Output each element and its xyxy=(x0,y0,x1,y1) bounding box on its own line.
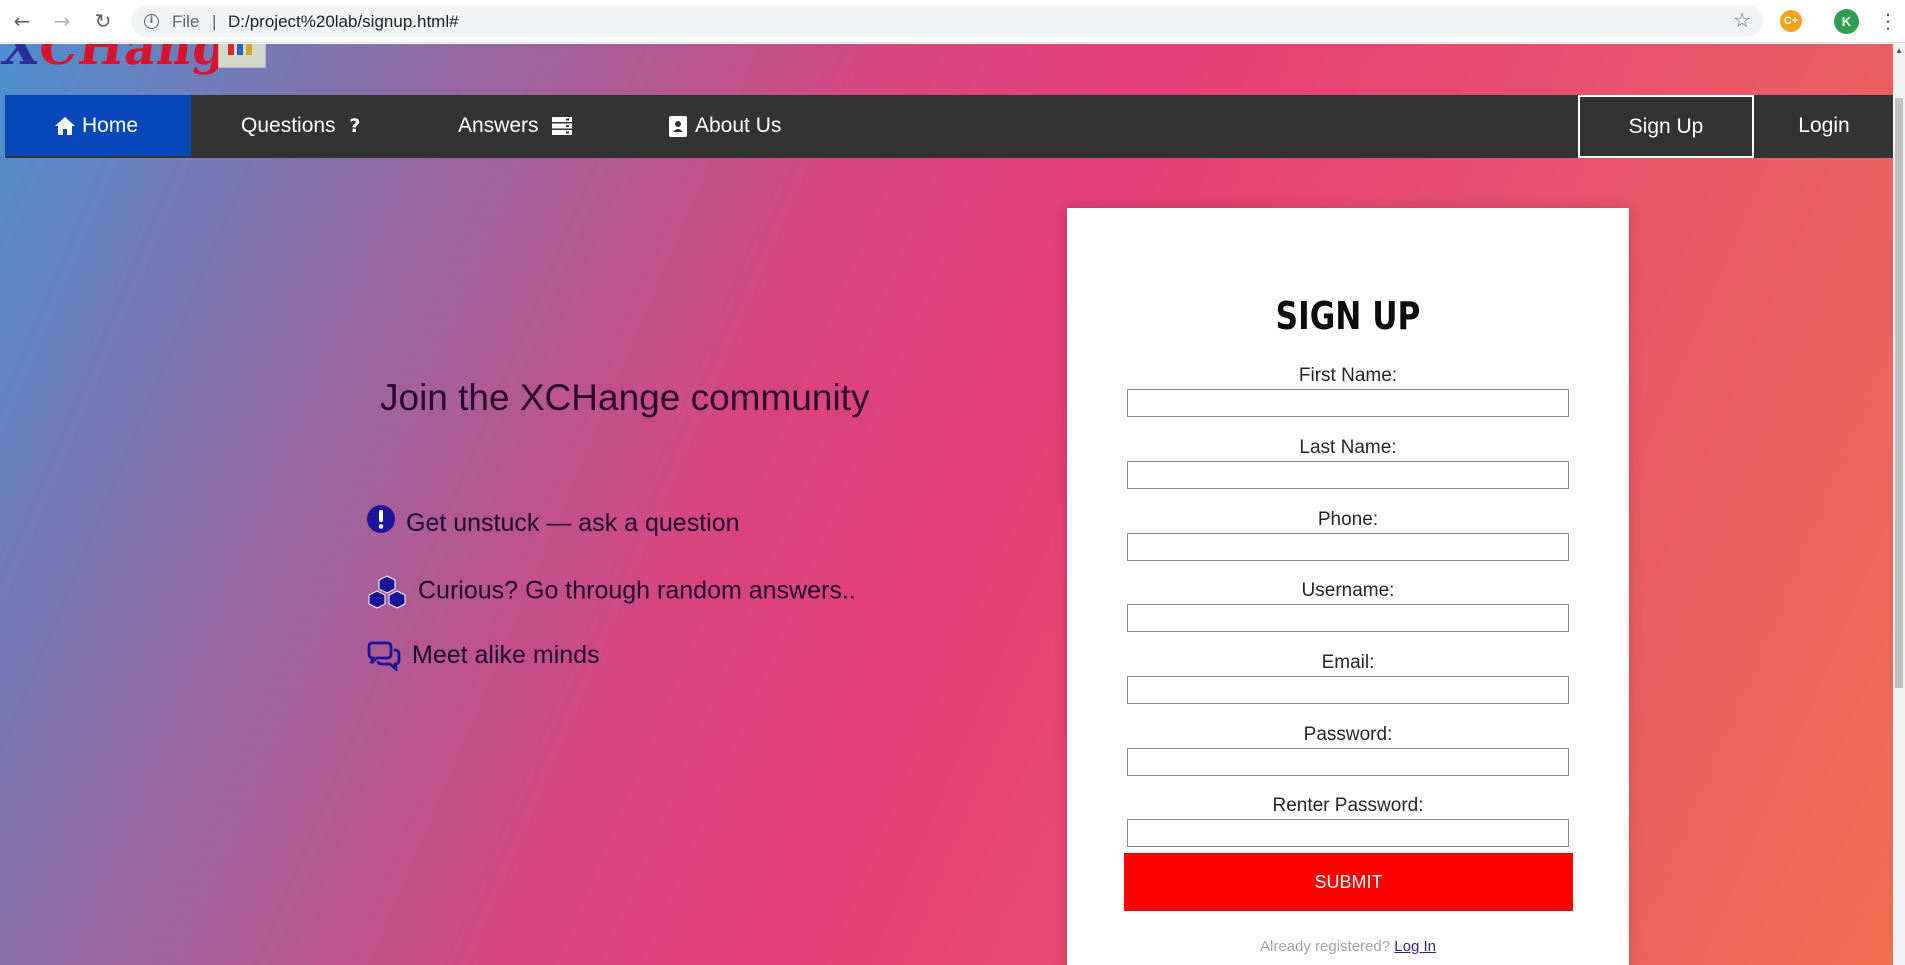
nav-about[interactable]: About Us xyxy=(669,95,781,156)
feature-meet: Meet alike minds xyxy=(366,641,600,672)
bookmark-star-icon[interactable]: ☆ xyxy=(1733,8,1751,32)
username-input[interactable] xyxy=(1127,604,1569,632)
main-nav: Home Questions ? Answers About Us Sign U… xyxy=(5,95,1893,158)
confirm-password-label: Renter Password: xyxy=(1272,795,1424,816)
last-name-label: Last Name: xyxy=(1299,437,1397,458)
profile-avatar[interactable]: K xyxy=(1834,9,1859,34)
password-input[interactable] xyxy=(1127,748,1569,776)
back-arrow-icon[interactable]: ← xyxy=(9,8,35,34)
page-headline: Join the XCHange community xyxy=(380,377,870,418)
signup-form-card: SIGN UP First Name: Last Name: Phone: Us… xyxy=(1067,208,1629,965)
form-title: SIGN UP xyxy=(1275,294,1421,338)
url-text[interactable]: D:/project%20lab/signup.html# xyxy=(228,12,459,32)
scrollbar-thumb[interactable] xyxy=(1895,98,1903,688)
username-label: Username: xyxy=(1301,580,1395,601)
site-info-icon[interactable]: i xyxy=(144,14,159,29)
server-icon xyxy=(552,117,573,136)
browser-toolbar: ← → ↻ i File | D:/project%20lab/signup.h… xyxy=(0,0,1905,43)
already-registered-text: Already registered? xyxy=(1260,938,1391,955)
feature-meet-text: Meet alike minds xyxy=(412,641,600,669)
last-name-input[interactable] xyxy=(1127,461,1569,489)
nav-answers-label: Answers xyxy=(458,114,539,137)
nav-questions[interactable]: Questions ? xyxy=(241,95,360,156)
comments-icon xyxy=(367,641,401,672)
signup-button[interactable]: Sign Up xyxy=(1578,95,1754,158)
reload-icon[interactable]: ↻ xyxy=(90,8,116,34)
feature-browse: Curious? Go through random answers.. xyxy=(366,575,856,609)
feature-ask: Get unstuck — ask a question xyxy=(366,505,740,538)
url-separator: | xyxy=(212,12,217,31)
extension-icon[interactable]: C+ xyxy=(1780,10,1802,32)
nav-questions-label: Questions xyxy=(241,114,336,137)
browser-menu-icon[interactable]: ⋮ xyxy=(1878,7,1898,35)
url-scheme: File xyxy=(172,12,200,31)
nav-home-label: Home xyxy=(82,114,139,137)
nav-answers[interactable]: Answers xyxy=(458,95,573,156)
home-icon xyxy=(55,117,75,136)
email-input[interactable] xyxy=(1127,676,1569,704)
address-bar[interactable]: i File | D:/project%20lab/signup.html# ☆ xyxy=(131,5,1763,37)
address-book-icon xyxy=(669,115,687,137)
logo-image xyxy=(218,44,266,68)
login-button[interactable]: Login xyxy=(1755,95,1893,156)
nav-about-label: About Us xyxy=(695,114,782,137)
phone-label: Phone: xyxy=(1317,509,1379,530)
exclamation-circle-icon xyxy=(367,505,395,534)
scroll-up-icon[interactable]: ▲ xyxy=(1895,46,1903,55)
first-name-input[interactable] xyxy=(1127,389,1569,417)
phone-input[interactable] xyxy=(1127,533,1569,561)
page-scrollbar[interactable]: ▲ xyxy=(1893,44,1905,965)
already-registered: Already registered? Log In xyxy=(1067,938,1629,955)
feature-ask-text: Get unstuck — ask a question xyxy=(406,509,740,537)
login-link[interactable]: Log In xyxy=(1394,938,1436,955)
password-label: Password: xyxy=(1303,724,1393,745)
cubes-icon xyxy=(368,575,406,609)
email-label: Email: xyxy=(1321,652,1375,673)
first-name-label: First Name: xyxy=(1298,365,1398,386)
submit-button[interactable]: SUBMIT xyxy=(1124,853,1573,911)
forward-arrow-icon[interactable]: → xyxy=(49,8,75,34)
confirm-password-input[interactable] xyxy=(1127,819,1569,847)
question-icon: ? xyxy=(349,114,361,137)
nav-home[interactable]: Home xyxy=(5,95,191,156)
feature-browse-text: Curious? Go through random answers.. xyxy=(418,576,856,605)
page-viewport: XCHange Home Questions ? Answers About U… xyxy=(0,44,1893,965)
